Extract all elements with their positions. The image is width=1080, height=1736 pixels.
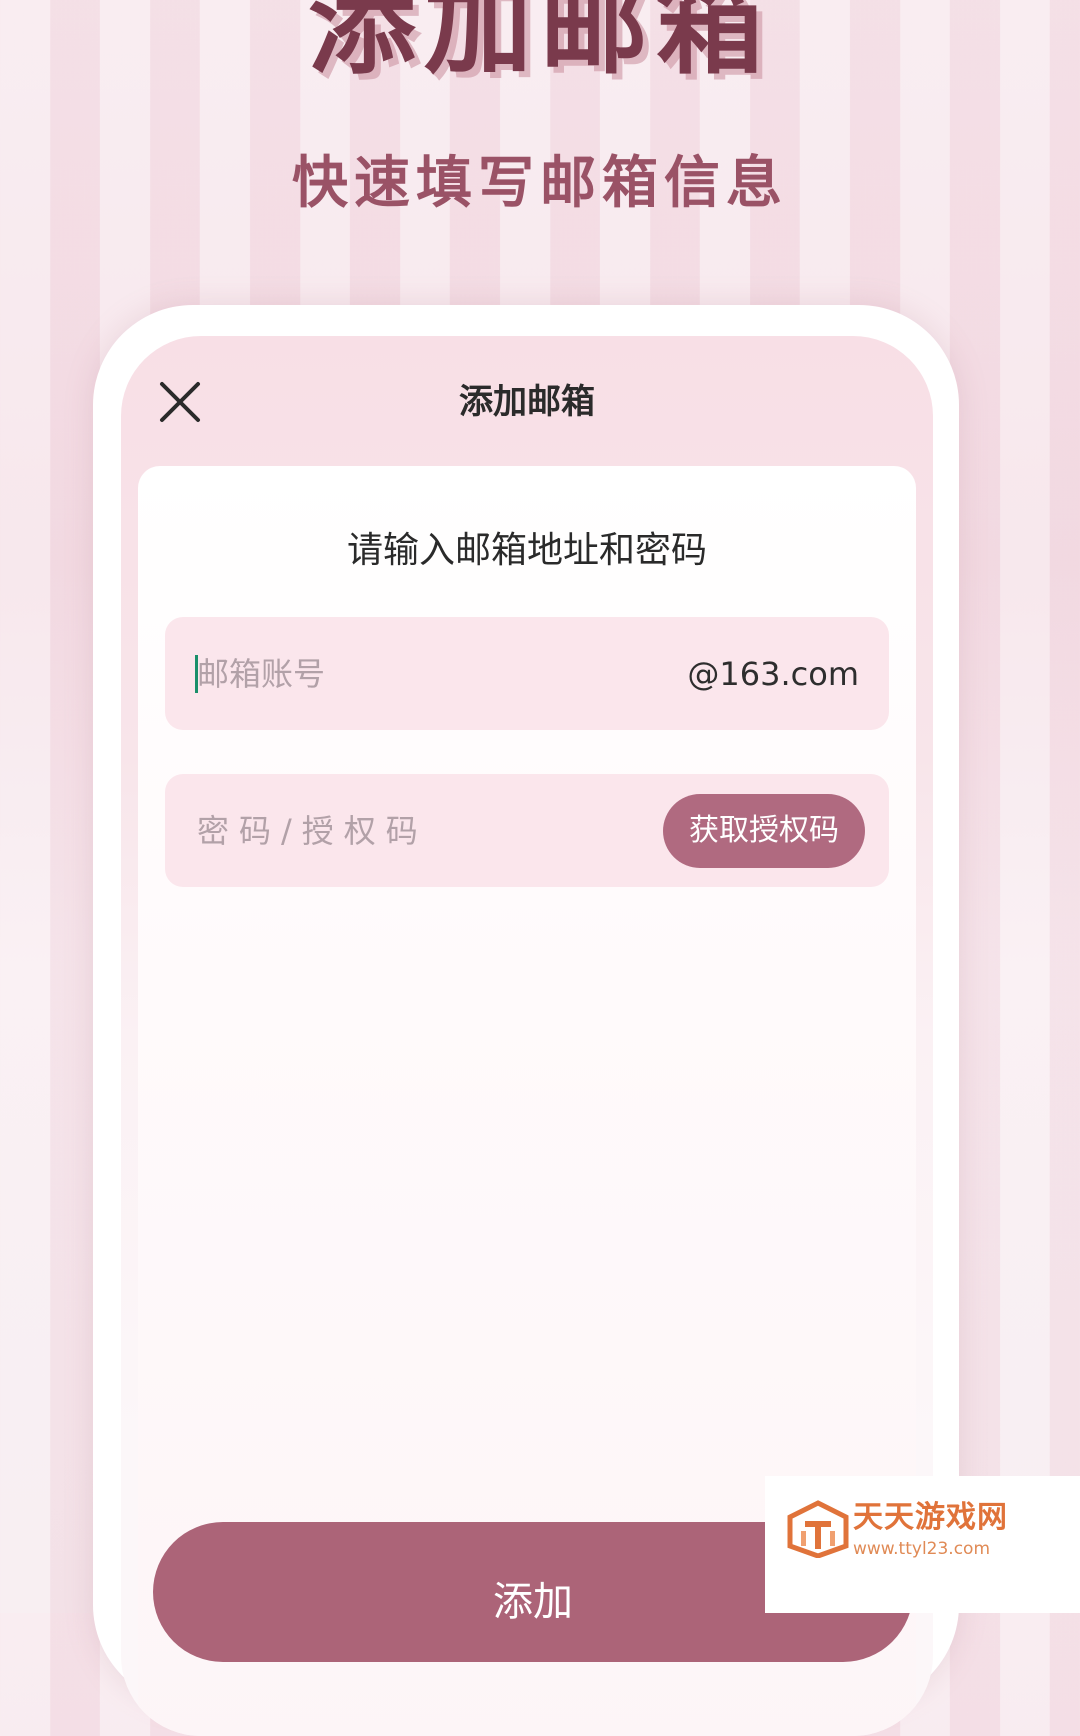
watermark-name: 天天游戏网: [853, 1500, 1008, 1535]
watermark: 天天游戏网 www.ttyl23.com: [765, 1476, 1080, 1613]
watermark-logo-icon: [787, 1500, 849, 1558]
get-auth-code-button[interactable]: 获取授权码: [663, 794, 865, 868]
email-domain-suffix[interactable]: @163.com: [687, 653, 859, 695]
password-field[interactable]: 获取授权码: [165, 774, 889, 887]
email-input[interactable]: [195, 645, 679, 703]
form-heading: 请输入邮箱地址和密码: [346, 530, 707, 571]
email-field[interactable]: @163.com: [165, 617, 889, 730]
page-title: 添加邮箱: [459, 382, 595, 422]
password-input[interactable]: [195, 802, 679, 860]
promo-subtitle: 快速填写邮箱信息: [292, 151, 788, 216]
watermark-url: www.ttyl23.com: [853, 1539, 991, 1559]
promo-title: 添加邮箱: [307, 0, 772, 89]
